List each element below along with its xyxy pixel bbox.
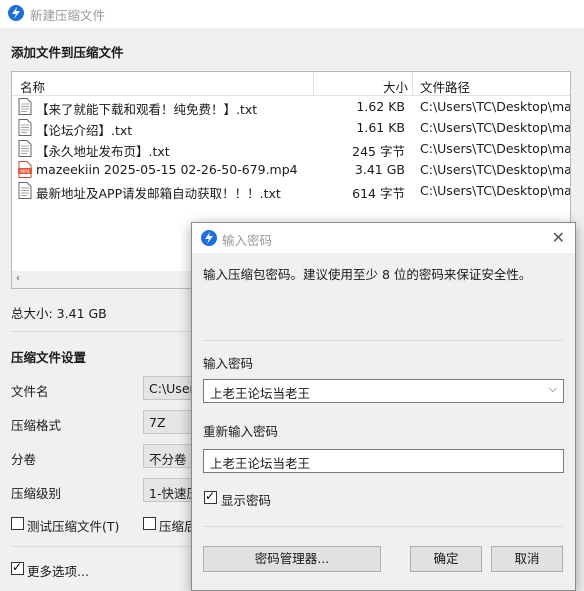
file-name: 【论坛介绍】.txt xyxy=(36,123,133,138)
file-path: C:\Users\TC\Desktop\maz xyxy=(420,99,571,114)
show-password-checkbox[interactable] xyxy=(204,489,217,504)
file-size: 1.62 KB xyxy=(356,99,405,114)
password-value: 上老王论坛当老王 xyxy=(210,386,311,401)
volume-label: 分卷 xyxy=(11,452,37,467)
ok-button[interactable]: 确定 xyxy=(410,546,482,572)
file-row[interactable]: 最新地址及APP请发邮箱自动获取！！！.txt 614 字节 C:\Users\… xyxy=(12,180,570,201)
chevron-down-icon[interactable]: ⌵ xyxy=(549,382,557,396)
more-options-label[interactable]: 更多选项... xyxy=(27,561,89,580)
format-label: 压缩格式 xyxy=(11,418,62,433)
text-file-icon xyxy=(18,140,32,157)
file-name: mazeekiin 2025-05-15 02-26-50-679.mp4 xyxy=(36,162,298,177)
file-size: 3.41 GB xyxy=(354,162,405,177)
password-dialog: 输入密码 ✕ 输入压缩包密码。建议使用至少 8 位的密码来保证安全性。 输入密码… xyxy=(191,222,576,591)
file-size: 1.61 KB xyxy=(356,120,405,135)
total-size: 总大小: 3.41 GB xyxy=(11,306,107,321)
filename-label: 文件名 xyxy=(11,384,49,399)
test-archive-label: 测试压缩文件(T) xyxy=(27,519,120,534)
file-row[interactable]: 【来了就能下载和观看！纯免费！】.txt 1.62 KB C:\Users\TC… xyxy=(12,96,570,117)
show-password-label: 显示密码 xyxy=(221,493,272,508)
file-name: 【永久地址发布页】.txt xyxy=(36,144,170,159)
text-file-icon xyxy=(18,98,32,115)
level-label: 压缩级别 xyxy=(11,486,62,501)
divider xyxy=(203,526,564,527)
close-icon[interactable]: ✕ xyxy=(552,228,565,247)
file-path: C:\Users\TC\Desktop\maz xyxy=(420,162,571,177)
reenter-password-input[interactable]: 上老王论坛当老王 xyxy=(203,449,564,473)
video-file-icon: MP4 xyxy=(18,161,32,178)
reenter-password-label: 重新输入密码 xyxy=(203,424,279,439)
file-path: C:\Users\TC\Desktop\maz xyxy=(420,183,571,198)
password-input[interactable]: 上老王论坛当老王 ⌵ xyxy=(203,379,564,403)
file-path: C:\Users\TC\Desktop\maz xyxy=(420,141,571,156)
app-logo-icon xyxy=(201,230,217,246)
column-name-header[interactable]: 名称 xyxy=(20,77,45,96)
dialog-title: 输入密码 xyxy=(222,233,273,248)
dialog-titlebar: 输入密码 ✕ xyxy=(192,223,575,253)
file-list-header: 名称 大小 文件路径 xyxy=(12,72,570,96)
after-compress-checkbox[interactable] xyxy=(143,517,156,530)
password-label: 输入密码 xyxy=(203,356,254,371)
dialog-message: 输入压缩包密码。建议使用至少 8 位的密码来保证安全性。 xyxy=(203,267,532,282)
cancel-button[interactable]: 取消 xyxy=(491,546,563,572)
text-file-icon xyxy=(18,119,32,136)
file-row[interactable]: 【永久地址发布页】.txt 245 字节 C:\Users\TC\Desktop… xyxy=(12,138,570,159)
window-title: 新建压缩文件 xyxy=(30,8,106,23)
add-files-section-title: 添加文件到压缩文件 xyxy=(11,45,124,60)
file-path: C:\Users\TC\Desktop\maz xyxy=(420,120,571,135)
column-size-header[interactable]: 大小 xyxy=(383,77,408,96)
file-row[interactable]: MP4 mazeekiin 2025-05-15 02-26-50-679.mp… xyxy=(12,159,570,180)
app-logo-icon xyxy=(8,5,24,21)
column-path-header[interactable]: 文件路径 xyxy=(420,77,470,96)
more-options-checkbox[interactable] xyxy=(11,560,24,575)
settings-section-title: 压缩文件设置 xyxy=(11,350,87,365)
svg-text:MP4: MP4 xyxy=(20,169,30,175)
divider xyxy=(203,340,564,341)
scroll-left-arrow-icon[interactable]: ‹ xyxy=(16,273,20,284)
file-size: 245 字节 xyxy=(352,144,405,159)
window-titlebar: 新建压缩文件 xyxy=(0,0,584,28)
divider xyxy=(11,331,191,332)
text-file-icon xyxy=(18,182,32,199)
file-name: 【来了就能下载和观看！纯免费！】.txt xyxy=(36,102,258,117)
divider xyxy=(11,546,191,547)
file-row[interactable]: 【论坛介绍】.txt 1.61 KB C:\Users\TC\Desktop\m… xyxy=(12,117,570,138)
password-manager-button[interactable]: 密码管理器... xyxy=(203,546,381,572)
file-name: 最新地址及APP请发邮箱自动获取！！！.txt xyxy=(36,186,281,201)
test-archive-checkbox[interactable] xyxy=(11,517,24,530)
file-size: 614 字节 xyxy=(352,186,405,201)
